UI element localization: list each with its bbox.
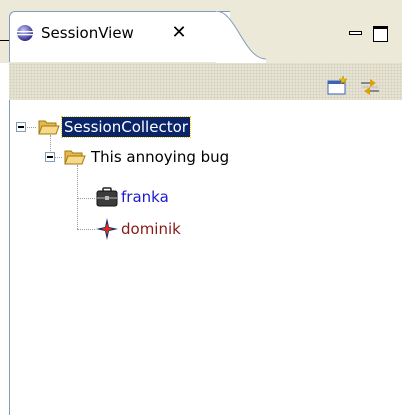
- view-title: SessionView: [41, 24, 134, 42]
- tree-node-label: franka: [121, 188, 169, 206]
- maximize-icon[interactable]: [372, 25, 390, 43]
- open-folder-icon: [38, 120, 60, 135]
- tree-node-dominik[interactable]: dominik: [121, 219, 181, 239]
- session-tree: SessionCollector This annoying bug frank…: [9, 100, 402, 415]
- view-toolbar: [9, 63, 402, 100]
- tree-connector: [77, 198, 95, 199]
- compass-star-icon: [96, 218, 118, 240]
- new-session-icon[interactable]: [327, 76, 349, 96]
- tab-divider: [0, 40, 9, 41]
- tree-node-annoying-bug[interactable]: This annoying bug: [91, 147, 229, 167]
- tree-node-session-collector[interactable]: SessionCollector: [61, 116, 191, 138]
- tree-node-label: SessionCollector: [64, 118, 188, 136]
- tree-connector: [50, 135, 51, 151]
- tree-connector: [27, 127, 36, 128]
- open-folder-icon: [64, 150, 86, 165]
- tree-connector: [77, 165, 78, 229]
- view-title-bar: SessionView ✕: [0, 0, 402, 63]
- tree-node-label: dominik: [121, 220, 181, 238]
- synchronize-icon[interactable]: [358, 75, 382, 99]
- collapse-toggle[interactable]: [45, 152, 55, 162]
- tree-node-label: This annoying bug: [91, 148, 230, 166]
- tree-connector: [77, 229, 95, 230]
- eclipse-view-icon: [17, 25, 33, 41]
- briefcase-icon: [96, 187, 118, 207]
- tab-curve: [216, 11, 266, 63]
- minimize-icon[interactable]: [347, 25, 365, 41]
- tree-node-franka[interactable]: franka: [121, 187, 169, 207]
- collapse-toggle[interactable]: [16, 122, 26, 132]
- close-icon[interactable]: ✕: [171, 24, 187, 42]
